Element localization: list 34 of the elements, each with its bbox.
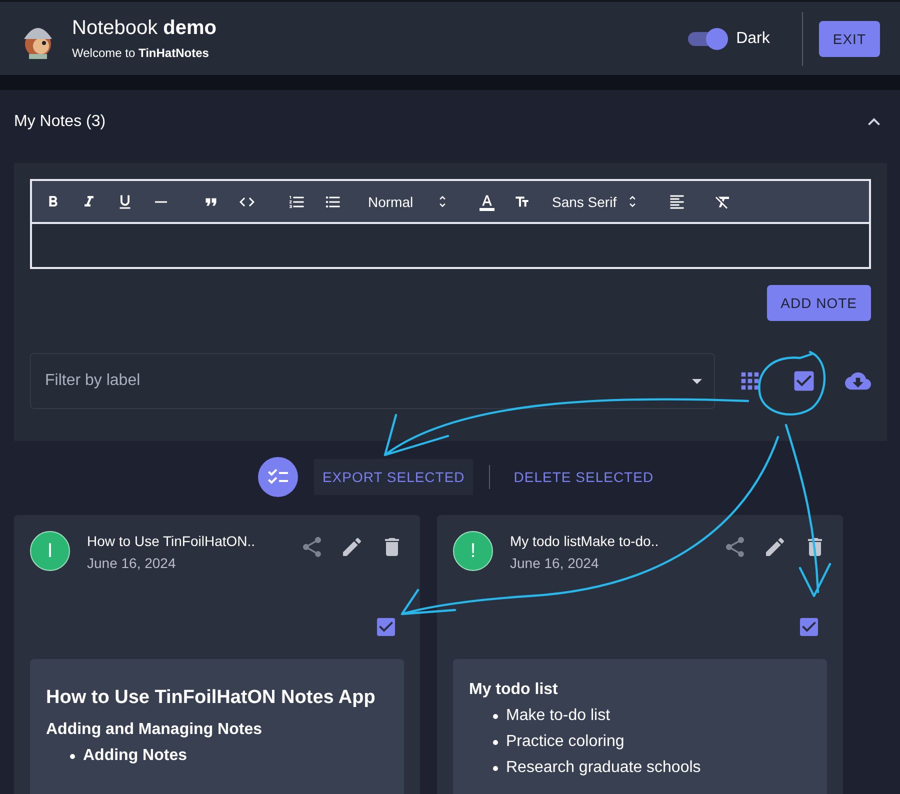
heading-select[interactable]: Normal <box>364 194 454 210</box>
note-subheading: Adding and Managing Notes <box>46 721 263 739</box>
theme-toggle[interactable]: Dark <box>688 30 770 48</box>
list-item: Make to-do list <box>493 707 811 725</box>
welcome-text: Welcome to TinHatNotes <box>72 46 210 60</box>
add-note-button[interactable]: ADD NOTE <box>766 285 871 321</box>
filter-placeholder: Filter by label <box>45 372 140 390</box>
note-title: My todo listMake to-do.. <box>510 533 660 549</box>
list-item: Research graduate schools <box>493 759 811 777</box>
avatar: ! <box>453 531 493 571</box>
share-icon[interactable] <box>723 535 747 559</box>
share-icon[interactable] <box>300 535 324 559</box>
delete-selected-button[interactable]: DELETE SELECTED <box>506 459 662 495</box>
note-checkbox[interactable] <box>374 615 398 639</box>
app-title: Notebook demo <box>72 17 218 40</box>
list-item: Adding Notes <box>70 747 388 765</box>
checklist-icon[interactable] <box>258 457 298 497</box>
edit-icon[interactable] <box>763 535 787 559</box>
dropdown-arrow-icon <box>692 378 702 384</box>
note-date: June 16, 2024 <box>510 555 600 571</box>
note-checkbox[interactable] <box>797 615 821 639</box>
export-selected-button[interactable]: EXPORT SELECTED <box>314 459 473 495</box>
note-title: How to Use TinFoilHatON.. <box>87 533 256 549</box>
list-item: Practice coloring <box>493 733 811 751</box>
avatar: I <box>30 531 70 571</box>
section-title: My Notes (3) <box>14 113 106 131</box>
edit-icon[interactable] <box>340 535 364 559</box>
filter-field[interactable]: Filter by label <box>30 353 715 409</box>
note-heading: How to Use TinFoilHatON Notes App <box>46 687 376 709</box>
exit-button[interactable]: EXIT <box>818 20 880 56</box>
font-select[interactable]: Sans Serif <box>548 194 644 210</box>
note-date: June 16, 2024 <box>87 555 177 571</box>
note-subheading: My todo list <box>469 681 559 699</box>
rich-text-editor[interactable]: Normal Sans Serif <box>30 179 871 269</box>
